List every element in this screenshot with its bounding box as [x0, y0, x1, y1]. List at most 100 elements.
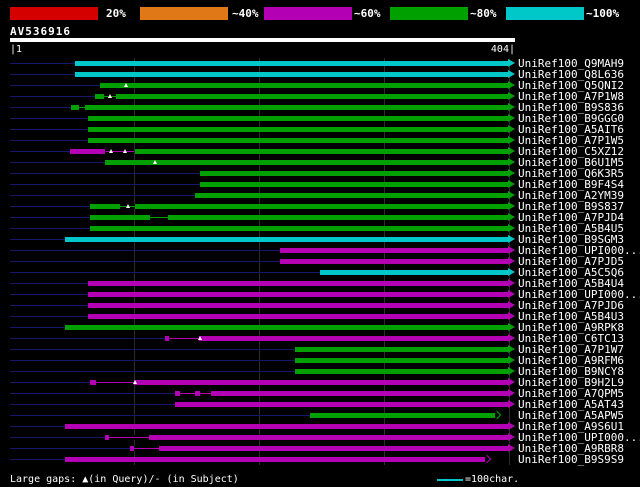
color-key-label: 20%: [106, 7, 126, 20]
arrowhead-icon: [507, 103, 515, 111]
query-span-line: [10, 206, 90, 207]
alignment-bar[interactable]: [295, 347, 509, 352]
query-span-line: [10, 327, 65, 328]
alignment-bar[interactable]: [65, 424, 509, 429]
query-gap-marker-icon: [123, 149, 127, 153]
query-span-line: [10, 261, 280, 262]
alignment-bar[interactable]: [280, 248, 509, 253]
alignment-bar[interactable]: [280, 259, 509, 264]
query-span-line: [10, 272, 320, 273]
alignment-bar[interactable]: [200, 171, 509, 176]
arrowhead-icon: [507, 246, 515, 254]
scale-legend-line-icon: [437, 479, 463, 481]
alignment-bar[interactable]: [195, 193, 509, 198]
subject-gap-line: [150, 217, 168, 218]
hit-label[interactable]: UniRef100_B9S9S9: [518, 454, 624, 465]
arrowhead-icon: [507, 70, 515, 78]
alignment-bar[interactable]: [87, 127, 509, 132]
alignment-bar[interactable]: [130, 446, 509, 451]
arrowhead-icon: [507, 433, 515, 441]
arrowhead-icon: [507, 235, 515, 243]
query-span-line: [10, 437, 105, 438]
alignment-bar[interactable]: [95, 94, 509, 99]
footer: Large gaps: ▲(in Query)/- (in Subject) =…: [0, 472, 640, 487]
query-span-line: [10, 74, 75, 75]
alignment-row: UniRef100_B9S9S9: [10, 454, 640, 465]
color-key-swatch-1: [10, 7, 98, 20]
alignment-bar[interactable]: [175, 391, 509, 396]
alignment-plot: UniRef100_Q9MAH9 UniRef100_Q8L636 UniRef10…: [10, 58, 640, 465]
alignment-bar[interactable]: [87, 292, 509, 297]
alignment-bar[interactable]: [105, 435, 509, 440]
query-span-line: [10, 360, 295, 361]
alignment-bar[interactable]: [135, 149, 509, 154]
arrowhead-icon: [507, 367, 515, 375]
color-key-swatch-5: [506, 7, 584, 20]
alignment-bar[interactable]: [87, 314, 509, 319]
alignment-bar[interactable]: [105, 160, 509, 165]
arrowhead-icon: [507, 158, 515, 166]
alignment-bar[interactable]: [90, 380, 509, 385]
query-span-line: [10, 404, 175, 405]
query-span-line: [10, 228, 90, 229]
alignment-bar[interactable]: [165, 336, 509, 341]
query-gap-marker-icon: [109, 149, 114, 153]
query-span-line: [10, 96, 95, 97]
query-span-line: [10, 349, 295, 350]
query-name: AV536916: [10, 25, 71, 38]
alignment-bar[interactable]: [75, 72, 509, 77]
color-key-swatch-3: [264, 7, 352, 20]
query-ruler: [10, 38, 515, 42]
alignment-bar[interactable]: [90, 204, 509, 209]
scale-legend-label: =100char.: [465, 474, 520, 485]
query-gap-marker-icon: [108, 94, 112, 98]
query-span-line: [10, 173, 200, 174]
query-span-line: [10, 239, 65, 240]
query-span-line: [10, 371, 295, 372]
alignment-bar[interactable]: [65, 457, 485, 462]
query-span-line: [10, 338, 165, 339]
arrowhead-icon: [507, 444, 515, 452]
alignment-bar[interactable]: [100, 83, 509, 88]
query-span-line: [10, 459, 65, 460]
alignment-bar[interactable]: [90, 226, 509, 231]
query-span-line: [10, 217, 90, 218]
arrowhead-icon: [507, 279, 515, 287]
alignment-bar[interactable]: [87, 281, 509, 286]
arrowhead-icon: [507, 422, 515, 430]
query-span-line: [10, 85, 100, 86]
arrowhead-icon: [507, 125, 515, 133]
color-key-label: ~40%: [232, 7, 259, 20]
alignment-bar[interactable]: [65, 325, 509, 330]
query-gap-marker-icon: [133, 380, 137, 384]
color-key: 20% ~40% ~60% ~80% ~100%: [10, 7, 640, 20]
alignment-bar[interactable]: [65, 237, 509, 242]
arrowhead-icon: [507, 400, 515, 408]
subject-gap-line: [180, 393, 195, 394]
query-gap-marker-icon: [198, 336, 202, 340]
query-gap-marker-icon: [125, 204, 130, 208]
alignment-bar[interactable]: [87, 116, 509, 121]
alignment-bar[interactable]: [175, 402, 509, 407]
alignment-bar[interactable]: [75, 61, 509, 66]
alignment-bar[interactable]: [87, 303, 509, 308]
alignment-bar[interactable]: [310, 413, 495, 418]
alignment-bar[interactable]: [320, 270, 509, 275]
query-span-line: [10, 107, 72, 108]
query-span-line: [10, 316, 88, 317]
arrowhead-icon: [507, 92, 515, 100]
color-key-swatch-4: [390, 7, 468, 20]
arrowhead-icon: [507, 224, 515, 232]
alignment-bar[interactable]: [87, 138, 509, 143]
alignment-bar[interactable]: [200, 182, 509, 187]
alignment-bar[interactable]: [295, 358, 509, 363]
arrowhead-icon: [507, 202, 515, 210]
arrowhead-icon: [507, 59, 515, 67]
alignment-bar[interactable]: [71, 105, 509, 110]
alignment-bar[interactable]: [70, 149, 105, 154]
alignment-bar[interactable]: [295, 369, 509, 374]
arrowhead-icon: [507, 169, 515, 177]
arrowhead-icon: [507, 389, 515, 397]
subject-gap-line: [200, 393, 212, 394]
query-span-line: [10, 415, 310, 416]
